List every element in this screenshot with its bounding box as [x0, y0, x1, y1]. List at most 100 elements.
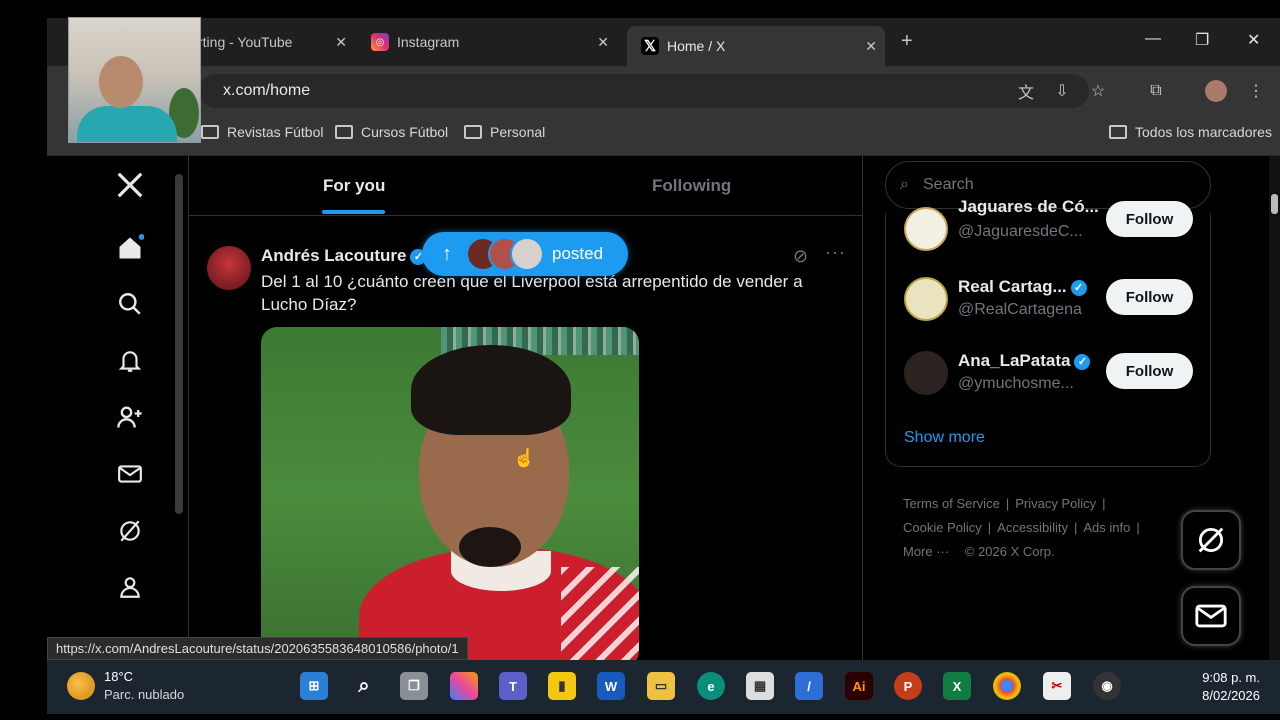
restore-icon[interactable]: ❐ — [1195, 30, 1209, 50]
close-icon[interactable]: ✕ — [335, 34, 347, 51]
mail-icon — [1195, 604, 1227, 628]
close-icon[interactable]: ✕ — [597, 34, 609, 51]
verified-badge-icon: ✓ — [1070, 279, 1087, 296]
grok-icon[interactable] — [113, 514, 147, 548]
browser-tab-bar: rting - YouTube ✕ ◎ Instagram ✕ 𝕏 Home /… — [47, 18, 1280, 66]
left-scrollbar[interactable] — [175, 174, 183, 514]
file-explorer-icon[interactable]: ▭ — [647, 672, 675, 700]
tab-label: Instagram — [397, 34, 460, 50]
follow-button[interactable]: Follow — [1106, 353, 1193, 389]
start-windows-icon[interactable]: ⊞ — [300, 672, 328, 700]
image-hair — [411, 345, 571, 435]
suggestion-name[interactable]: Ana_LaPatata ✓ — [958, 351, 1091, 371]
all-bookmarks-label: Todos los marcadores — [1135, 124, 1272, 140]
notifications-bell-icon[interactable] — [113, 344, 147, 378]
grok-fab-button[interactable] — [1181, 510, 1241, 570]
bookmark-folder[interactable]: Revistas Fútbol — [201, 124, 323, 140]
bookmark-folder[interactable]: Personal — [464, 124, 545, 140]
messages-fab-button[interactable] — [1181, 586, 1241, 646]
home-icon[interactable] — [113, 231, 147, 265]
all-bookmarks[interactable]: Todos los marcadores — [1109, 124, 1272, 140]
tab-x-home[interactable]: 𝕏 Home / X ✕ — [627, 26, 885, 66]
bookmark-label: Revistas Fútbol — [227, 124, 324, 140]
bookmarks-bar: Revistas Fútbol Cursos Fútbol Personal T… — [47, 116, 1280, 156]
terms-link[interactable]: Terms of Service — [903, 496, 1000, 511]
clock-date: 8/02/2026 — [1202, 688, 1260, 703]
bookmark-label: Cursos Fútbol — [361, 124, 449, 140]
weather-icon[interactable] — [67, 672, 95, 700]
temperature: 18°C — [104, 669, 134, 684]
footer-links: Terms of Service | Privacy Policy | Cookie … — [903, 492, 1183, 564]
new-posts-pill[interactable]: ↑ posted — [422, 232, 628, 276]
grok-explain-icon[interactable]: ⊘ — [793, 246, 808, 267]
post-author-avatar[interactable] — [207, 246, 251, 290]
follow-button[interactable]: Follow — [1106, 279, 1193, 315]
separator: | — [1073, 520, 1078, 535]
window-close-icon[interactable]: ✕ — [1247, 30, 1260, 50]
messages-mail-icon[interactable] — [113, 457, 147, 491]
translate-icon[interactable]: 文 — [1015, 80, 1037, 102]
home-feed: For you Following Andrés Lacouture ✓ ⊘ ··… — [188, 156, 863, 660]
recorder-icon[interactable]: ◉ — [1093, 672, 1121, 700]
ads-info-link[interactable]: Ads info — [1083, 520, 1130, 535]
excel-icon[interactable]: X — [943, 672, 971, 700]
profile-icon[interactable] — [113, 570, 147, 604]
app-icon[interactable]: / — [795, 672, 823, 700]
teams-icon[interactable]: T — [499, 672, 527, 700]
post-author-name[interactable]: Andrés Lacouture ✓ — [261, 246, 427, 266]
snipping-tool-icon[interactable]: ✂ — [1043, 672, 1071, 700]
left-nav — [47, 156, 187, 660]
system-clock[interactable]: 9:08 p. m. 8/02/2026 — [1202, 669, 1260, 705]
show-more-link[interactable]: Show more — [904, 429, 985, 447]
menu-kebab-icon[interactable]: ⋮ — [1245, 80, 1267, 102]
suggestion-name-text: Real Cartag... — [958, 277, 1067, 296]
accessibility-link[interactable]: Accessibility — [997, 520, 1068, 535]
x-logo-icon[interactable] — [113, 168, 147, 202]
scrollbar-thumb[interactable] — [1271, 194, 1278, 214]
illustrator-icon[interactable]: Ai — [845, 672, 873, 700]
more-link[interactable]: More ··· — [903, 544, 949, 559]
search-icon[interactable] — [113, 287, 147, 321]
profile-avatar[interactable] — [1205, 80, 1227, 102]
suggestion-handle: @JaguaresdeC... — [958, 223, 1083, 240]
bookmark-folder[interactable]: Cursos Fútbol — [335, 124, 448, 140]
install-app-icon[interactable]: ⇩ — [1051, 80, 1073, 102]
tab-for-you[interactable]: For you — [323, 176, 385, 196]
powerpoint-icon[interactable]: P — [894, 672, 922, 700]
follow-people-icon[interactable] — [113, 400, 147, 434]
follow-button[interactable]: Follow — [1106, 201, 1193, 237]
power-bi-icon[interactable]: ▮ — [548, 672, 576, 700]
bookmark-star-icon[interactable]: ☆ — [1087, 80, 1109, 102]
more-options-icon[interactable]: ··· — [825, 242, 846, 263]
follow-suggestion: Real Cartag... ✓ @RealCartagena Follow — [904, 277, 1204, 327]
folder-icon — [1109, 125, 1127, 139]
suggestion-name[interactable]: Real Cartag... ✓ — [958, 277, 1087, 297]
clock-time: 9:08 p. m. — [1202, 670, 1260, 685]
address-bar[interactable]: x.com/home — [199, 74, 1089, 108]
suggestion-name[interactable]: Jaguares de Có... — [958, 197, 1099, 217]
tab-label: Home / X — [667, 38, 726, 54]
close-icon[interactable]: ✕ — [865, 38, 877, 55]
cookie-link[interactable]: Cookie Policy — [903, 520, 982, 535]
store-icon[interactable]: ▦ — [746, 672, 774, 700]
privacy-link[interactable]: Privacy Policy — [1015, 496, 1096, 511]
page-scrollbar[interactable] — [1269, 156, 1280, 660]
word-icon[interactable]: W — [597, 672, 625, 700]
post-image[interactable] — [261, 327, 639, 660]
new-tab-icon[interactable]: + — [901, 30, 913, 53]
avatar[interactable] — [904, 277, 948, 321]
right-sidebar: ⌕ Search Jaguares de Có... @JaguaresdeC.… — [885, 156, 1280, 660]
tab-instagram[interactable]: ◎ Instagram ✕ — [357, 26, 617, 58]
avatar[interactable] — [904, 351, 948, 395]
search-input[interactable]: Search — [923, 176, 974, 194]
tab-following[interactable]: Following — [652, 176, 731, 196]
address-text[interactable]: x.com/home — [223, 82, 310, 100]
chrome-icon[interactable] — [993, 672, 1021, 700]
copilot-icon[interactable] — [450, 672, 478, 700]
minimize-icon[interactable]: — — [1145, 30, 1161, 48]
avatar[interactable] — [904, 207, 948, 251]
extensions-icon[interactable]: ⧉ — [1145, 80, 1167, 102]
taskbar-search-icon[interactable]: ⌕ — [350, 672, 378, 700]
edge-icon[interactable]: e — [697, 672, 725, 700]
task-view-icon[interactable]: ❐ — [400, 672, 428, 700]
